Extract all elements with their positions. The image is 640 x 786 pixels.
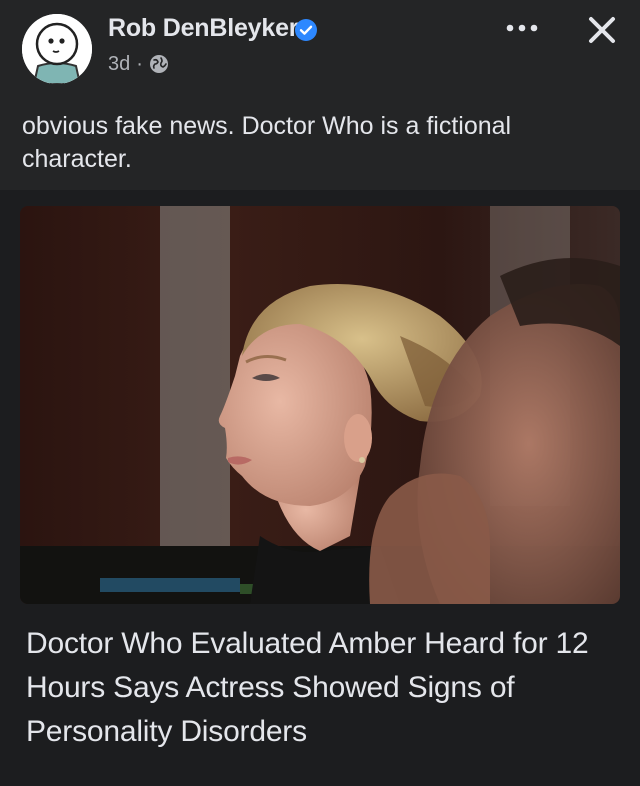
post-text: obvious fake news. Doctor Who is a ficti… (22, 112, 512, 173)
meta-separator: · (136, 52, 143, 75)
post-viewer: Rob DenBleyker 3d · obvious fake news. D… (0, 0, 640, 786)
author-avatar[interactable] (22, 14, 92, 84)
link-preview-card[interactable]: Doctor Who Evaluated Amber Heard for 12 … (0, 190, 640, 786)
globe-icon (149, 55, 168, 73)
author-name[interactable]: Rob DenBleyker (108, 14, 299, 43)
verified-badge-icon (295, 19, 317, 41)
link-headline[interactable]: Doctor Who Evaluated Amber Heard for 12 … (26, 622, 622, 754)
post-meta: 3d · (108, 52, 169, 76)
post-header: Rob DenBleyker 3d · (0, 0, 640, 100)
link-preview-image[interactable] (20, 206, 620, 604)
avatar-illustration (22, 14, 92, 84)
courtroom-photo (20, 206, 620, 604)
close-icon (589, 17, 615, 43)
more-options-button[interactable] (500, 14, 544, 42)
more-options-icon (506, 24, 538, 32)
post-timestamp[interactable]: 3d (108, 53, 130, 76)
close-button[interactable] (582, 10, 622, 50)
